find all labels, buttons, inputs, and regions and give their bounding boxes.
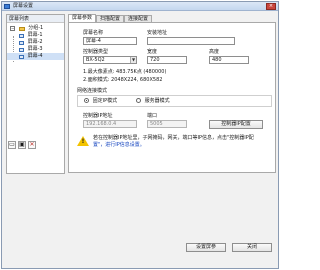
folder-icon xyxy=(18,26,25,31)
max-pixels-info: 1.最大像素点: 483.75K点 (480000) xyxy=(83,69,167,75)
tree-screen-node[interactable]: 屏幕-2 xyxy=(7,39,64,46)
server-mode-label: 服务器模式 xyxy=(144,98,170,104)
screen-icon xyxy=(19,33,24,38)
delete-icon[interactable]: ✕ xyxy=(28,141,36,149)
port-input[interactable]: 5005 xyxy=(147,120,187,128)
controller-type-select[interactable]: BX-5Q2 ▼ xyxy=(83,56,137,64)
screen-label: 屏幕-4 xyxy=(27,53,43,59)
server-mode-radio[interactable]: 服务器模式 xyxy=(136,98,170,104)
screen-tree: − 分组-1 屏幕-1 屏幕-2 屏幕-3 屏幕-4 xyxy=(7,23,64,62)
screen-label: 屏幕-3 xyxy=(27,46,43,52)
height-label: 高度 xyxy=(209,49,220,55)
controller-type-label: 控制器类型 xyxy=(83,49,109,55)
controller-ip-label: 控制器IP地址 xyxy=(83,113,113,119)
radio-unselected-icon xyxy=(136,98,141,103)
screen-list-toolbar: ▭ ▣ ✕ xyxy=(6,139,65,151)
port-label: 端口 xyxy=(147,113,158,119)
network-mode-label: 网络连接模式 xyxy=(77,88,108,94)
width-input[interactable]: 720 xyxy=(147,56,187,64)
group-label: 分组-1 xyxy=(28,25,44,31)
warning-text-line1: 若在控制器IP地址里，子网掩码，网关，端口等IP信息，点击"控制器IP配 xyxy=(93,135,254,141)
tree-group-node[interactable]: − 分组-1 xyxy=(7,25,64,32)
screen-icon xyxy=(19,40,24,45)
controller-ip-config-button[interactable]: 控制器IP配置 xyxy=(209,120,263,129)
settings-button[interactable]: 设置屏参 xyxy=(186,243,226,252)
screen-name-label: 屏幕名称 xyxy=(83,30,104,36)
app-icon xyxy=(4,4,10,9)
tree-screen-node[interactable]: 屏幕-1 xyxy=(7,32,64,39)
area-mode-info: 2.面积模式: 2048X224, 680X582 xyxy=(83,77,163,83)
screen-settings-window: 屏幕设置 × 屏幕列表 − 分组-1 屏幕-1 屏幕-2 屏幕-3 屏幕-4 ▭… xyxy=(1,1,279,269)
fixed-ip-label: 固定IP模式 xyxy=(92,98,118,104)
close-button[interactable]: 关闭 xyxy=(232,243,272,252)
network-mode-group: 固定IP模式 服务器模式 xyxy=(77,95,272,107)
screen-label: 屏幕-1 xyxy=(27,32,43,38)
warning-text-line2[interactable]: 置"，进行IP信息设置。 xyxy=(93,142,145,149)
tree-screen-node[interactable]: 屏幕-4 xyxy=(7,53,64,60)
screen-add-icon[interactable]: ▭ xyxy=(8,141,16,149)
fixed-ip-radio[interactable]: 固定IP模式 xyxy=(84,98,118,104)
screen-icon xyxy=(19,54,24,59)
close-window-button[interactable]: × xyxy=(266,3,276,10)
screen-name-input[interactable]: 屏幕-4 xyxy=(83,37,137,45)
warning-exclamation: ! xyxy=(81,138,85,145)
width-label: 宽度 xyxy=(147,49,158,55)
tree-screen-node[interactable]: 屏幕-3 xyxy=(7,46,64,53)
chevron-down-icon: ▼ xyxy=(130,57,136,63)
controller-ip-input[interactable]: 192.168.0.4 xyxy=(83,120,137,128)
window-title: 屏幕设置 xyxy=(13,3,34,9)
screen-params-panel: 屏幕名称 屏幕-4 安装地址 控制器类型 BX-5Q2 ▼ 宽度 720 高度 … xyxy=(68,22,276,173)
collapse-icon[interactable]: − xyxy=(10,26,15,31)
screen-icon xyxy=(19,47,24,52)
folder-add-icon[interactable]: ▣ xyxy=(18,141,26,149)
install-address-input[interactable] xyxy=(147,37,235,45)
radio-selected-icon xyxy=(84,98,89,103)
title-bar[interactable]: 屏幕设置 × xyxy=(2,2,278,11)
screen-label: 屏幕-2 xyxy=(27,39,43,45)
controller-type-value: BX-5Q2 xyxy=(86,57,105,63)
screen-list-header: 屏幕列表 xyxy=(7,15,64,23)
height-input[interactable]: 480 xyxy=(209,56,249,64)
install-address-label: 安装地址 xyxy=(147,30,168,36)
